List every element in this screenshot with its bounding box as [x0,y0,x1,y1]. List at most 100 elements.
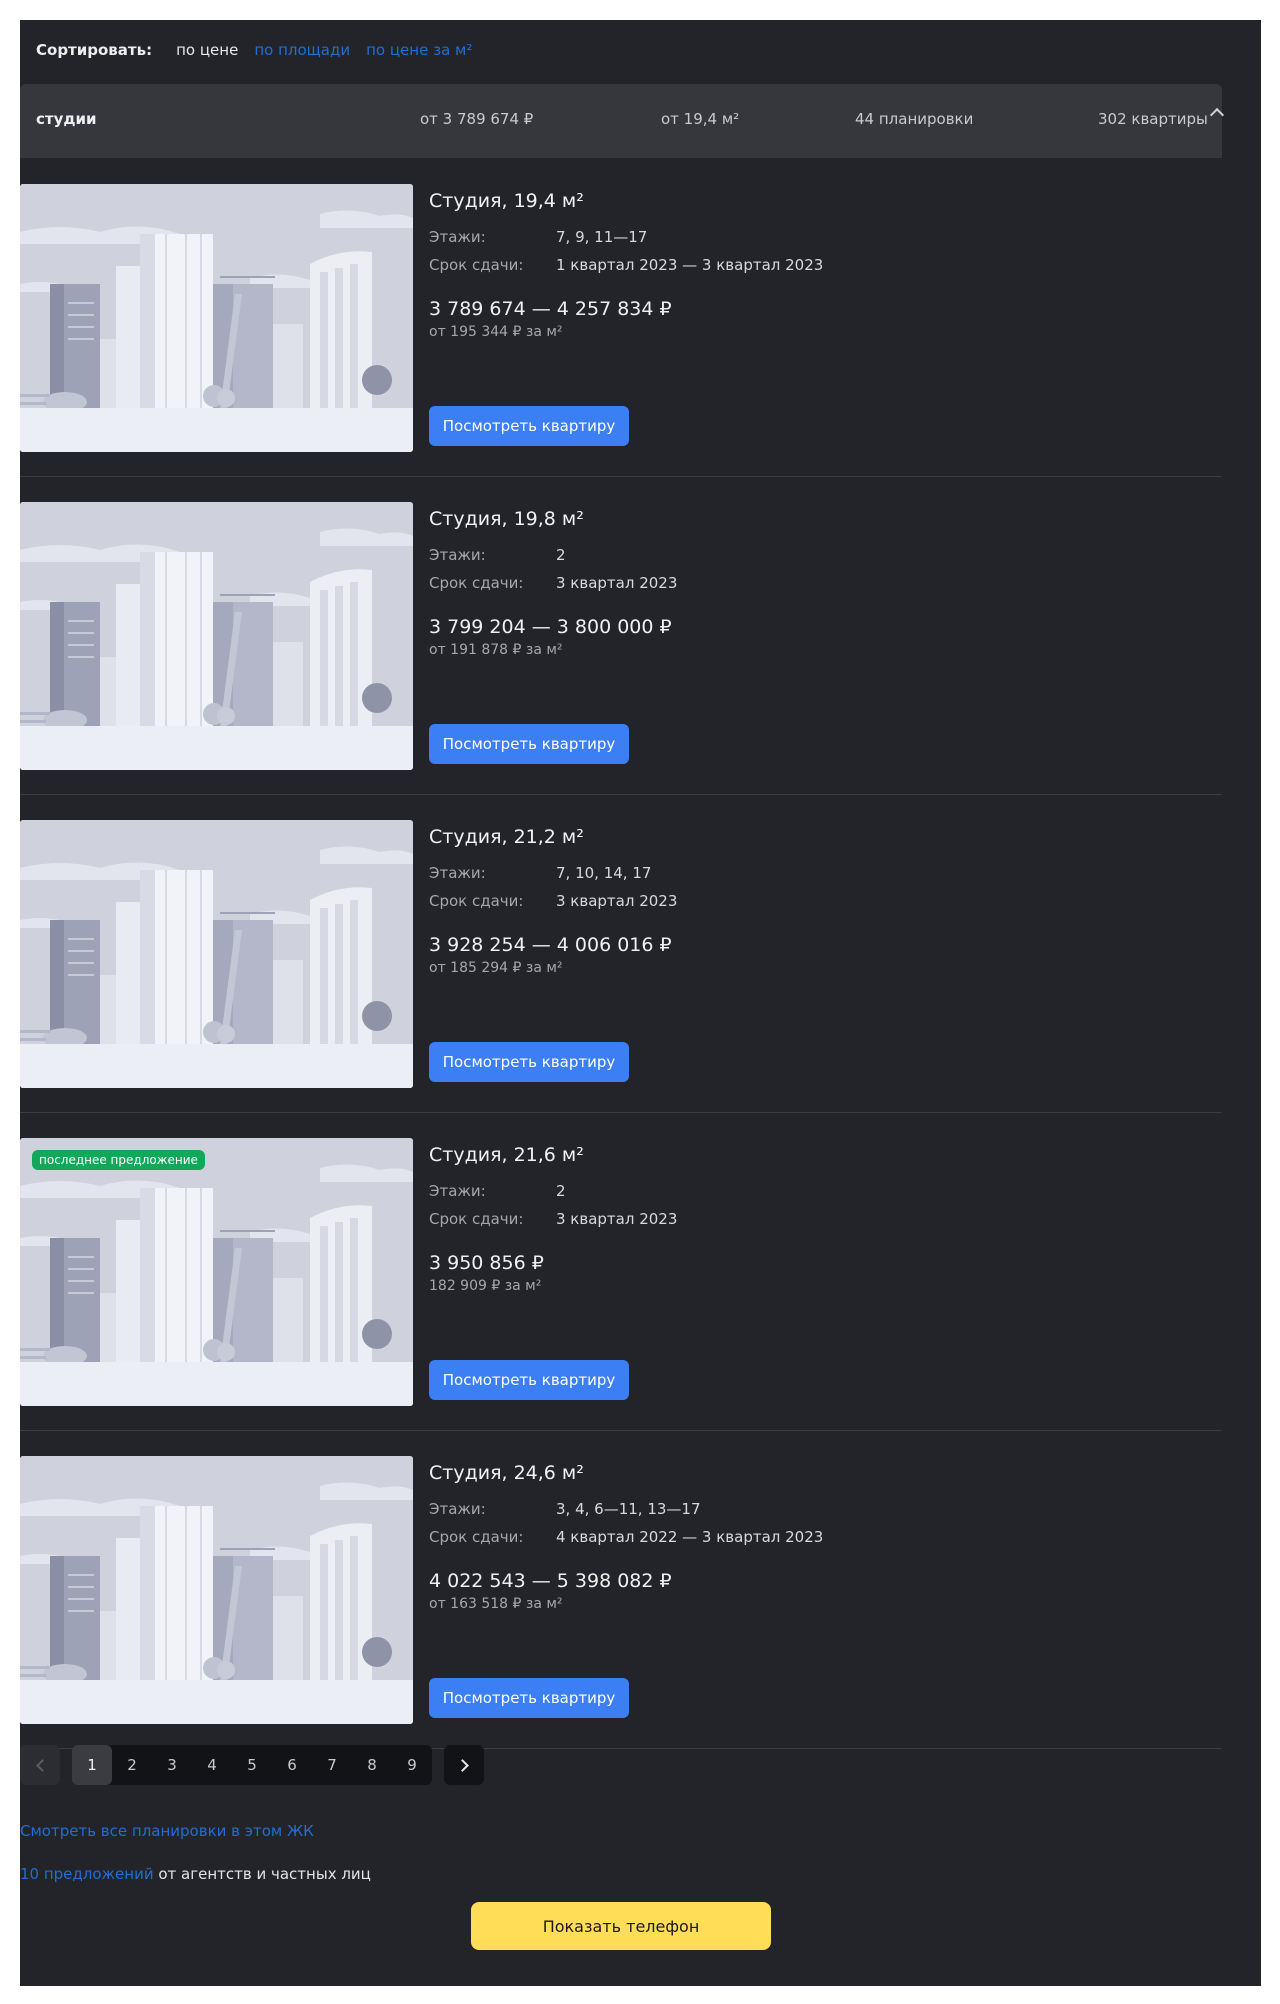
apartment-info: Студия, 19,8 м² Этажи: 2 Срок сдачи: 3 к… [429,502,1209,660]
offers-text: от агентств и частных лиц [153,1865,371,1883]
deadline-label: Срок сдачи: [429,256,524,274]
apartment-info: Студия, 19,4 м² Этажи: 7, 9, 11—17 Срок … [429,184,1209,342]
floors-row: Этажи: 3, 4, 6—11, 13—17 [429,1500,1209,1518]
apartment-image[interactable] [20,184,413,452]
pagination-page[interactable]: 4 [192,1745,232,1785]
group-area-from: от 19,4 м² [661,110,740,128]
apartment-item: последнее предложение Студия, 21,6 м² Эт… [20,1114,1222,1431]
floors-label: Этажи: [429,864,486,882]
apartment-title[interactable]: Студия, 21,6 м² [429,1144,1209,1170]
deadline-value: 3 квартал 2023 [556,892,678,910]
deadline-row: Срок сдачи: 3 квартал 2023 [429,574,1209,592]
apartment-info: Студия, 24,6 м² Этажи: 3, 4, 6—11, 13—17… [429,1456,1209,1614]
apartment-image[interactable] [20,502,413,770]
apartment-title[interactable]: Студия, 21,2 м² [429,826,1209,852]
building-illustration [20,1456,413,1724]
apartment-item: Студия, 19,4 м² Этажи: 7, 9, 11—17 Срок … [20,160,1222,477]
pagination-page[interactable]: 1 [72,1745,112,1785]
deadline-row: Срок сдачи: 1 квартал 2023 — 3 квартал 2… [429,256,1209,274]
apartment-info: Студия, 21,2 м² Этажи: 7, 10, 14, 17 Сро… [429,820,1209,978]
pagination-page[interactable]: 5 [232,1745,272,1785]
floors-label: Этажи: [429,546,486,564]
pagination-prev-button[interactable] [20,1745,60,1785]
pagination-page[interactable]: 7 [312,1745,352,1785]
deadline-row: Срок сдачи: 4 квартал 2022 — 3 квартал 2… [429,1528,1209,1546]
floors-value: 2 [556,546,566,564]
deadline-value: 3 квартал 2023 [556,1210,678,1228]
group-title: студии [36,110,97,128]
view-apartment-button[interactable]: Посмотреть квартиру [429,724,629,764]
sort-by-area[interactable]: по площади [254,41,350,59]
apartment-price: 4 022 543 — 5 398 082 ₽ [429,1570,672,1592]
apartment-title[interactable]: Студия, 19,8 м² [429,508,1209,534]
chevron-up-icon[interactable] [1209,107,1225,123]
building-illustration [20,1138,413,1406]
floors-label: Этажи: [429,228,486,246]
deadline-label: Срок сдачи: [429,574,524,592]
apartment-image[interactable]: последнее предложение [20,1138,413,1406]
pagination-page[interactable]: 3 [152,1745,192,1785]
apartment-price: 3 928 254 — 4 006 016 ₽ [429,934,672,956]
chevron-left-icon [35,1758,49,1772]
floors-value: 7, 10, 14, 17 [556,864,652,882]
group-plans-count: 44 планировки [855,110,974,128]
pagination-next-button[interactable] [444,1745,484,1785]
apartment-image[interactable] [20,1456,413,1724]
building-illustration [20,184,413,452]
offers-line: 10 предложений от агентств и частных лиц [20,1865,371,1883]
chevron-right-icon [455,1758,469,1772]
deadline-value: 3 квартал 2023 [556,574,678,592]
apartment-price: 3 799 204 — 3 800 000 ₽ [429,616,672,638]
pagination-pages: 123456789 [72,1745,432,1785]
group-header[interactable]: студии от 3 789 674 ₽ от 19,4 м² 44 план… [20,84,1225,158]
apartment-item: Студия, 24,6 м² Этажи: 3, 4, 6—11, 13—17… [20,1432,1222,1749]
apartment-title[interactable]: Студия, 24,6 м² [429,1462,1209,1488]
deadline-label: Срок сдачи: [429,1528,524,1546]
sort-label: Сортировать: [36,41,153,59]
floors-label: Этажи: [429,1500,486,1518]
apartment-image[interactable] [20,820,413,1088]
floors-row: Этажи: 2 [429,1182,1209,1200]
offers-link[interactable]: 10 предложений [20,1865,154,1883]
show-phone-button[interactable]: Показать телефон [471,1902,771,1950]
pagination-page[interactable]: 8 [352,1745,392,1785]
sort-by-price[interactable]: по цене [176,41,238,59]
floors-row: Этажи: 2 [429,546,1209,564]
apartment-price: 3 950 856 ₽ [429,1252,544,1274]
pagination: 123456789 [20,1745,484,1785]
view-apartment-button[interactable]: Посмотреть квартиру [429,1042,629,1082]
floors-value: 3, 4, 6—11, 13—17 [556,1500,701,1518]
apartment-price: 3 789 674 — 4 257 834 ₽ [429,298,672,320]
apartment-price-per-m2: от 163 518 ₽ за м² [429,1596,563,1612]
apartment-price-per-m2: от 191 878 ₽ за м² [429,642,563,658]
deadline-row: Срок сдачи: 3 квартал 2023 [429,892,1209,910]
sort-by-price-per-m2[interactable]: по цене за м² [366,41,472,59]
all-plans-link[interactable]: Смотреть все планировки в этом ЖК [20,1822,314,1840]
view-apartment-button[interactable]: Посмотреть квартиру [429,1678,629,1718]
view-apartment-button[interactable]: Посмотреть квартиру [429,1360,629,1400]
view-apartment-button[interactable]: Посмотреть квартиру [429,406,629,446]
apartment-item: Студия, 21,2 м² Этажи: 7, 10, 14, 17 Сро… [20,796,1222,1113]
deadline-value: 4 квартал 2022 — 3 квартал 2023 [556,1528,824,1546]
pagination-page[interactable]: 2 [112,1745,152,1785]
pagination-page[interactable]: 9 [392,1745,432,1785]
floors-label: Этажи: [429,1182,486,1200]
building-illustration [20,820,413,1088]
pagination-page[interactable]: 6 [272,1745,312,1785]
group-price-from: от 3 789 674 ₽ [420,110,534,128]
apartment-price-per-m2: от 195 344 ₽ за м² [429,324,563,340]
deadline-value: 1 квартал 2023 — 3 квартал 2023 [556,256,824,274]
apartment-price-per-m2: 182 909 ₽ за м² [429,1278,542,1294]
apartment-title[interactable]: Студия, 19,4 м² [429,190,1209,216]
floors-row: Этажи: 7, 10, 14, 17 [429,864,1209,882]
deadline-label: Срок сдачи: [429,1210,524,1228]
apartment-info: Студия, 21,6 м² Этажи: 2 Срок сдачи: 3 к… [429,1138,1209,1296]
last-offer-badge: последнее предложение [32,1150,205,1170]
apartment-price-per-m2: от 185 294 ₽ за м² [429,960,563,976]
building-illustration [20,502,413,770]
sort-bar: Сортировать: по цене по площади по цене … [36,38,488,62]
deadline-label: Срок сдачи: [429,892,524,910]
deadline-row: Срок сдачи: 3 квартал 2023 [429,1210,1209,1228]
floors-value: 7, 9, 11—17 [556,228,648,246]
floors-value: 2 [556,1182,566,1200]
